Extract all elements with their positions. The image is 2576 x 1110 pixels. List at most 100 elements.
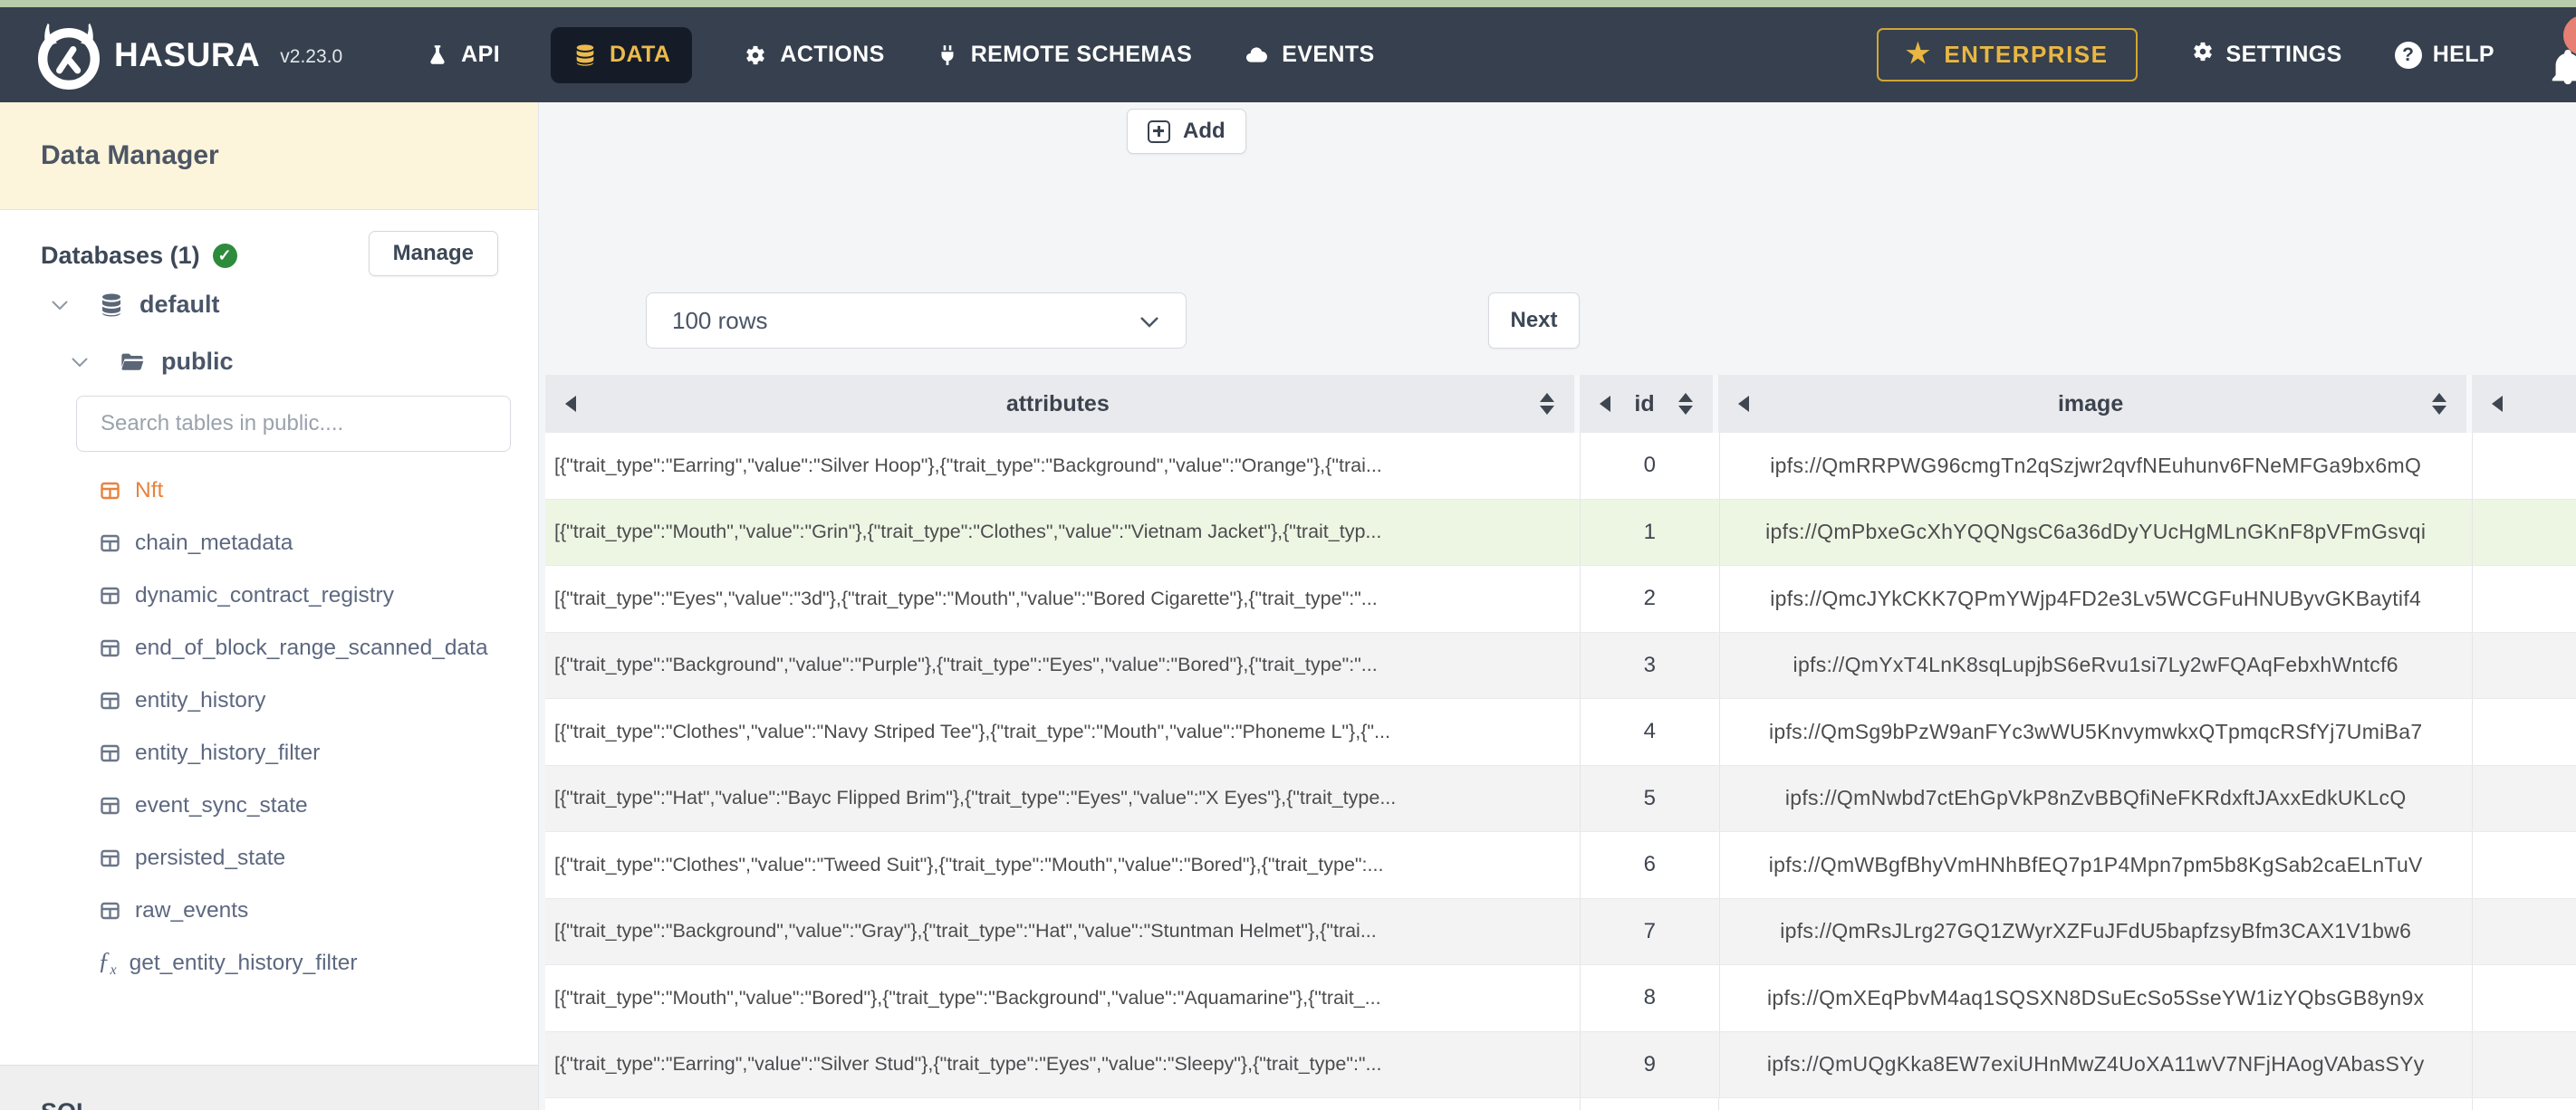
table-grid-icon (98, 690, 122, 712)
table-row: [{"trait_type":"Eyes","value":"3d"},{"tr… (545, 566, 2576, 633)
table-row: [{"trait_type":"Earring","value":"Silver… (545, 433, 2576, 500)
cell-attributes[interactable]: [{"trait_type":"Earring","value":"Silver… (545, 433, 1580, 499)
cell-attributes[interactable]: [{"trait_type":"Mouth","value":"Bored"},… (545, 965, 1580, 1031)
cell-image[interactable]: ipfs://QmNwbd7ctEhGpVkP8nZvBBQfiNeFKRdxf… (1718, 765, 2472, 831)
cell-extra (2471, 433, 2576, 499)
star-icon (1906, 41, 1931, 69)
collapse-column-icon[interactable] (1599, 396, 1610, 412)
sort-icon[interactable] (1678, 393, 1694, 415)
cell-id[interactable]: 5 (1579, 765, 1719, 831)
navbar-right: ENTERPRISE SETTINGS HELP 8 (1876, 14, 2576, 91)
column-header-partial[interactable] (2471, 375, 2576, 433)
sidebar-table-item[interactable]: entity_history (0, 675, 538, 727)
cell-image[interactable]: ipfs://QmUQgKka8EW7exiUHnMwZ4UoXA11wV7NF… (1718, 1031, 2472, 1097)
help-button[interactable]: HELP (2394, 41, 2494, 69)
column-header-id[interactable]: id (1579, 375, 1719, 433)
cell-image[interactable]: ipfs://QmXEqPbvM4aq1SQSXN8DSuEcSo5SseYW1… (1718, 965, 2472, 1031)
nav-item-label: EVENTS (1282, 42, 1375, 67)
nav-item-remote-schemas[interactable]: REMOTE SCHEMAS (936, 42, 1193, 68)
cell-image[interactable]: ipfs://QmRsJLrg27GQ1ZWyrXZFuJFdU5bapfzsy… (1718, 898, 2472, 964)
table-grid-icon (98, 847, 122, 869)
nav-item-data[interactable]: DATA (551, 26, 693, 83)
table-row: [{"trait_type":"Mouth","value":"Bored"},… (545, 965, 2576, 1032)
add-row-button[interactable]: Add (1127, 109, 1246, 154)
cell-id[interactable]: 1 (1579, 499, 1719, 565)
cell-attributes[interactable]: [{"trait_type":"Mouth","value":"Grin"},{… (545, 500, 1580, 566)
cell-image[interactable]: ipfs://QmPbxeGcXhYQQNgsC6a36dDyYUcHgMLnG… (1718, 499, 2472, 565)
hasura-brand[interactable]: HASURA v2.23.0 (33, 19, 342, 91)
tree-item-database-default[interactable]: default (51, 291, 220, 319)
data-table: attributes id image [{"trait_type":"Earr… (545, 375, 2576, 1110)
sidebar-table-label: end_of_block_range_scanned_data (135, 636, 488, 660)
manage-button[interactable]: Manage (368, 231, 498, 276)
collapse-column-icon[interactable] (565, 396, 576, 412)
cell-id[interactable]: 3 (1579, 632, 1719, 698)
sidebar-table-item[interactable]: entity_history_filter (0, 727, 538, 780)
cell-image[interactable]: ipfs://QmcJYkCKK7QPmYWjp4FD2e3Lv5WCGFuHN… (1718, 566, 2472, 632)
cell-id[interactable]: 6 (1579, 832, 1719, 898)
cell-attributes[interactable]: [{"trait_type":"Earring","value":"Silver… (545, 1032, 1580, 1098)
sort-icon[interactable] (2431, 393, 2446, 415)
cell-extra (2471, 499, 2576, 565)
cell-id[interactable]: 2 (1579, 566, 1719, 632)
sidebar-table-item[interactable]: raw_events (0, 885, 538, 937)
cell-id[interactable]: 0 (1579, 433, 1719, 499)
table-row: [{"trait_type":"Hat","value":"Bayc Flipp… (545, 765, 2576, 832)
sidebar-table-item[interactable]: event_sync_state (0, 780, 538, 832)
table-row: [{"trait_type":"Earring","value":"Silver… (545, 1031, 2576, 1098)
tree-schema-label: public (161, 348, 234, 375)
cell-attributes[interactable]: [{"trait_type":"Clothes","value":"Tweed … (545, 832, 1580, 898)
cloud-icon (1243, 43, 1270, 67)
settings-button[interactable]: SETTINGS (2190, 39, 2342, 71)
cell-image[interactable]: ipfs://QmSg9bPzW9anFYc3wWU5KnvymwkxQTpmq… (1718, 699, 2472, 765)
table-grid-icon (98, 742, 122, 764)
nav-item-label: ACTIONS (780, 42, 885, 67)
cell-id[interactable]: 8 (1579, 965, 1719, 1031)
flask-icon (426, 43, 449, 68)
database-icon (98, 292, 125, 319)
nav-item-events[interactable]: EVENTS (1243, 42, 1374, 68)
sql-section-label[interactable]: SQL (41, 1098, 91, 1110)
cell-attributes[interactable]: [{"trait_type":"Eyes","value":"3d"},{"tr… (545, 566, 1580, 632)
sidebar-table-item[interactable]: dynamic_contract_registry (0, 569, 538, 622)
sidebar-function-item[interactable]: get_entity_history_filter (0, 937, 538, 990)
column-header-attributes[interactable]: attributes (545, 375, 1580, 433)
table-grid-icon (98, 585, 122, 607)
cell-attributes[interactable]: [{"trait_type":"Background","value":"Pur… (545, 633, 1580, 699)
next-page-button[interactable]: Next (1488, 292, 1580, 349)
data-manager-header: Data Manager (0, 102, 538, 210)
plus-square-icon (1148, 120, 1170, 143)
cell-id[interactable]: 7 (1579, 898, 1719, 964)
cell-extra (2471, 898, 2576, 964)
cell-id[interactable]: 4 (1579, 699, 1719, 765)
sidebar-table-item[interactable]: end_of_block_range_scanned_data (0, 622, 538, 675)
enterprise-button[interactable]: ENTERPRISE (1876, 28, 2138, 81)
table-row: [{"trait_type":"Background","value":"Gra… (545, 898, 2576, 965)
search-tables-input[interactable] (76, 396, 511, 452)
cell-attributes[interactable]: [{"trait_type":"Clothes","value":"Navy S… (545, 699, 1580, 765)
collapse-column-icon[interactable] (2491, 396, 2503, 412)
chevron-down-icon[interactable] (51, 300, 69, 311)
nav-item-api[interactable]: API (426, 42, 500, 68)
cell-attributes[interactable]: [{"trait_type":"Background","value":"Gra… (545, 899, 1580, 965)
cell-image[interactable]: ipfs://QmRRPWG96cmgTn2qSzjwr2qvfNEuhunv6… (1718, 433, 2472, 499)
chevron-down-icon[interactable] (71, 357, 89, 368)
sidebar-table-item[interactable]: Nft (0, 464, 538, 517)
sidebar: Data Manager Databases (1) Manage defaul… (0, 102, 539, 1110)
tree-item-schema-public[interactable]: public (71, 348, 234, 376)
table-header-row: attributes id image (545, 375, 2576, 433)
sort-icon[interactable] (1539, 393, 1554, 415)
notifications-button[interactable]: 8 (2547, 14, 2576, 91)
table-row: [{"trait_type":"Clothes","value":"Tweed … (545, 832, 2576, 899)
nav-item-actions[interactable]: ACTIONS (743, 42, 884, 68)
sidebar-table-item[interactable]: chain_metadata (0, 517, 538, 569)
cell-attributes[interactable]: [{"trait_type":"Hat","value":"Bayc Flipp… (545, 766, 1580, 832)
collapse-column-icon[interactable] (1738, 396, 1750, 412)
column-header-image[interactable]: image (1718, 375, 2472, 433)
settings-label: SETTINGS (2225, 42, 2342, 67)
cell-image[interactable]: ipfs://QmWBgfBhyVmHNhBfEQ7p1P4Mpn7pm5b8K… (1718, 832, 2472, 898)
cell-image[interactable]: ipfs://QmYxT4LnK8sqLupjbS6eRvu1si7Ly2wFQ… (1718, 632, 2472, 698)
sidebar-table-item[interactable]: persisted_state (0, 832, 538, 885)
rows-per-page-select[interactable]: 100 rows (646, 292, 1187, 349)
cell-id[interactable]: 9 (1579, 1031, 1719, 1097)
